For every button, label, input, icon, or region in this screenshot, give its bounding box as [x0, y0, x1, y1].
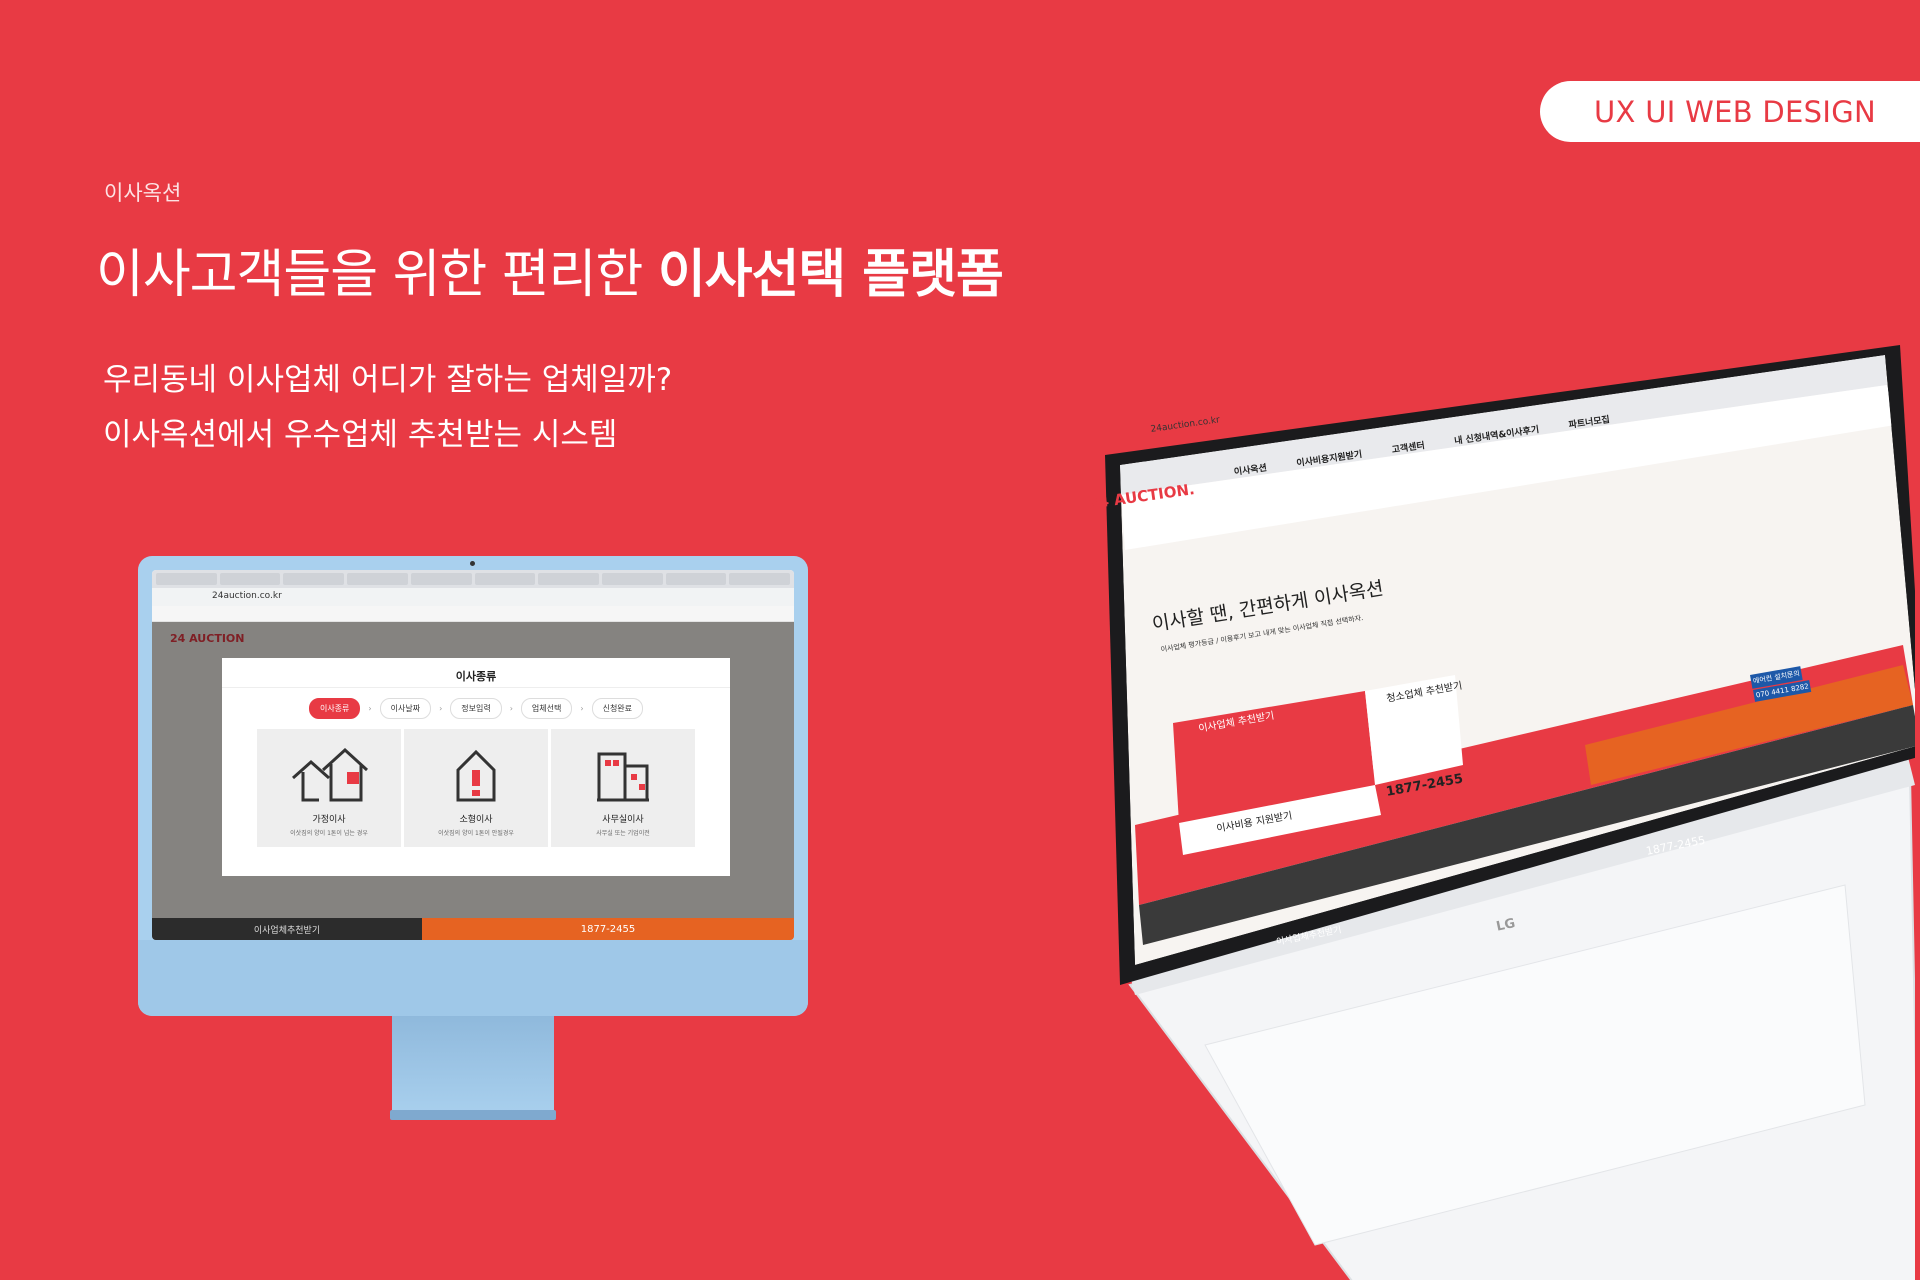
- card-office-moving: 사무실이사 사무실 또는 기업이전: [551, 729, 695, 847]
- card-small-moving: 소형이사 이삿짐의 양이 1톤이 안될경우: [404, 729, 548, 847]
- house-icon: [292, 748, 369, 802]
- subtitle-line-1: 우리동네 이사업체 어디가 잘하는 업체일까?: [103, 362, 673, 398]
- card-home-moving: 가정이사 이삿짐의 양이 1톤이 넘는 경우: [257, 729, 401, 847]
- bottom-recommend: 이사업체추천받기: [152, 918, 422, 940]
- brand-label: 이사옥션: [104, 181, 182, 205]
- headline: 이사고객들을 위한 편리한 이사선택 플랫폼: [96, 245, 1004, 305]
- building-icon: [597, 752, 649, 802]
- imac-stand: [392, 1016, 554, 1116]
- imac-foot: [390, 1110, 556, 1120]
- step-indicator: 이사종류 › 이사날짜 › 정보입력 › 업체선택 › 신청완료: [222, 698, 730, 719]
- browser-tabs: [152, 570, 794, 588]
- laptop-mockup: 24auction.co.kr 24 AUCTION. 이사옥션 이사비용지원받…: [1025, 345, 1920, 1280]
- step-1: 이사종류: [308, 698, 361, 719]
- bottom-strip: 이사업체추천받기 1877-2455: [152, 918, 794, 940]
- imac-chin: [138, 940, 808, 1016]
- moving-type-modal: 이사종류 이사종류 › 이사날짜 › 정보입력 › 업체선택 › 신청완료 가정이사 이삿…: [222, 658, 730, 876]
- step-5: 신청완료: [591, 698, 644, 719]
- type-cards: 가정이사 이삿짐의 양이 1톤이 넘는 경우 소형이사 이삿짐의 양이 1톤이 안될…: [222, 729, 730, 847]
- bookmarks-bar: [152, 606, 794, 622]
- camera-icon: [470, 561, 475, 566]
- imac-mockup: 24auction.co.kr 24 AUCTION 이사업체추천받기 1877…: [138, 556, 808, 1016]
- step-2: 이사날짜: [379, 698, 432, 719]
- subtitle: 우리동네 이사업체 어디가 잘하는 업체일까? 이사옥션에서 우수업체 추천받는…: [103, 353, 672, 463]
- step-3: 정보입력: [450, 698, 502, 719]
- subtitle-line-2: 이사옥션에서 우수업체 추천받는 시스템: [103, 417, 618, 453]
- bottom-phone: 1877-2455: [422, 918, 794, 940]
- step-4: 업체선택: [520, 698, 573, 719]
- modal-title: 이사종류: [222, 658, 730, 688]
- category-tag: UX UI WEB DESIGN: [1540, 81, 1920, 142]
- address-bar: 24auction.co.kr: [152, 588, 794, 606]
- small-house-icon: [456, 749, 496, 802]
- imac-screen: 24auction.co.kr 24 AUCTION 이사업체추천받기 1877…: [152, 570, 794, 940]
